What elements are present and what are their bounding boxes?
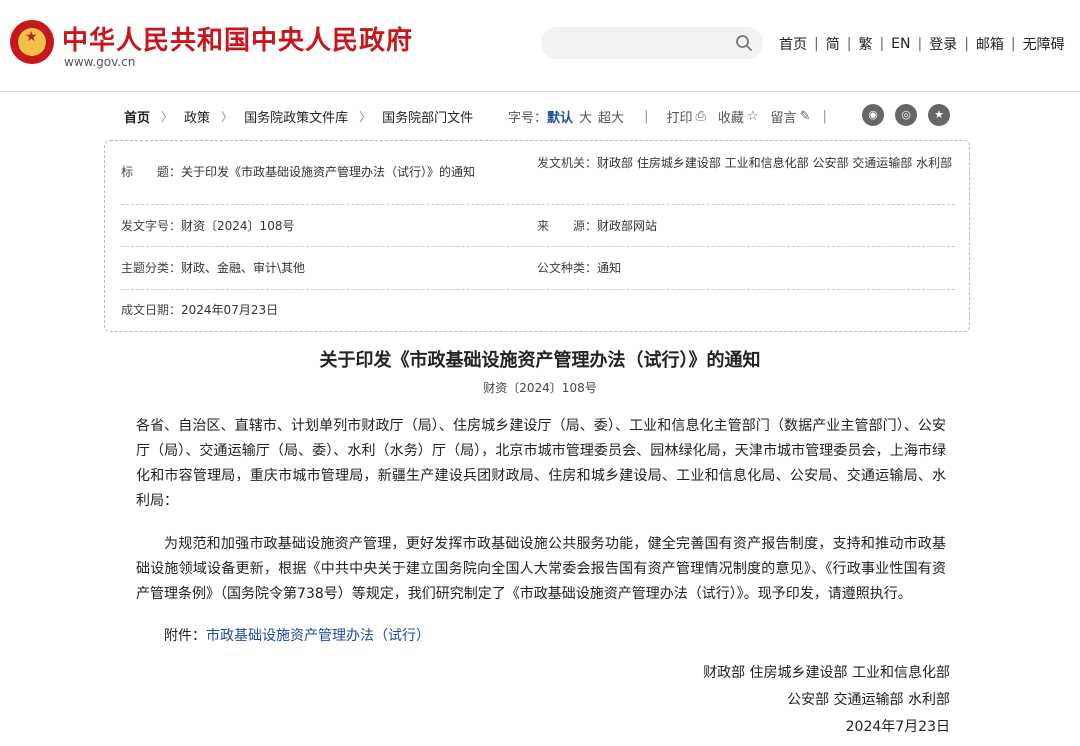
nav-login[interactable]: 登录 xyxy=(929,34,957,54)
doc-no-label: 发文字号： xyxy=(121,219,182,233)
weibo-icon[interactable]: ◉ xyxy=(862,104,884,126)
signature-date: 2024年7月23日 xyxy=(845,719,950,735)
date-value: 2024年07月23日 xyxy=(181,303,279,317)
chevron-right-icon: 〉 xyxy=(221,110,234,124)
attachment-line: 附件：市政基础设施资产管理办法（试行） xyxy=(164,625,430,645)
share-icons: ◉ ◎ ★ xyxy=(862,104,961,126)
doc-type-value: 通知 xyxy=(597,261,622,275)
info-row: 发文字号：财资〔2024〕108号 来 源：财政部网站 xyxy=(121,205,955,247)
top-nav: 首页 | 简 | 繁 | EN | 登录 | 邮箱 | 无障碍 xyxy=(779,34,1065,54)
source-label: 来 源： xyxy=(537,219,598,233)
search-icon[interactable] xyxy=(735,34,753,52)
favorite-star-icon[interactable]: ★ xyxy=(928,104,950,126)
doc-no-value: 财资〔2024〕108号 xyxy=(181,219,295,233)
print-button[interactable]: 打印 xyxy=(666,107,692,126)
nav-traditional[interactable]: 繁 xyxy=(858,34,872,54)
topic-value: 财政、金融、审计\其他 xyxy=(181,261,306,275)
chevron-right-icon: 〉 xyxy=(359,110,372,124)
info-row: 成文日期：2024年07月23日 xyxy=(121,290,955,332)
star-icon[interactable]: ☆ xyxy=(747,109,759,124)
info-row: 标 题：关于印发《市政基础设施资产管理办法（试行）》的通知 发文机关： 财政部 … xyxy=(121,141,955,205)
title-value: 关于印发《市政基础设施资产管理办法（试行）》的通知 xyxy=(181,165,476,179)
nav-home[interactable]: 首页 xyxy=(779,34,807,54)
article-title: 关于印发《市政基础设施资产管理办法（试行）》的通知 xyxy=(319,350,761,371)
chevron-right-icon: 〉 xyxy=(161,110,174,124)
doc-type-label: 公文种类： xyxy=(537,261,598,275)
site-header: ★ 中华人民共和国中央人民政府 www.gov.cn 首页 | 简 | 繁 | … xyxy=(0,0,1080,92)
printer-icon[interactable]: ⎙ xyxy=(695,109,705,124)
breadcrumb-policy[interactable]: 政策 xyxy=(184,107,210,126)
comment-button[interactable]: 留言 xyxy=(771,107,797,126)
site-title[interactable]: 中华人民共和国中央人民政府 xyxy=(62,20,413,57)
title-label: 标 题： xyxy=(121,165,182,179)
nav-english[interactable]: EN xyxy=(891,36,910,52)
breadcrumb-policy-library[interactable]: 国务院政策文件库 xyxy=(244,107,348,126)
attachment-label: 附件： xyxy=(164,628,206,644)
source-value: 财政部网站 xyxy=(597,219,658,233)
article-tools: 字号： 默认 大 超大 | 打印 ⎙ 收藏 ☆ 留言 ✎ | xyxy=(508,107,827,126)
pencil-icon[interactable]: ✎ xyxy=(800,109,811,124)
search-input[interactable] xyxy=(553,33,723,53)
signature-issuers-line2: 公安部 交通运输部 水利部 xyxy=(787,692,950,708)
nav-accessibility[interactable]: 无障碍 xyxy=(1023,34,1065,54)
breadcrumb-department-docs[interactable]: 国务院部门文件 xyxy=(382,107,473,126)
breadcrumb-home[interactable]: 首页 xyxy=(124,107,150,126)
font-size-xlarge[interactable]: 超大 xyxy=(598,107,624,126)
article-paragraph: 为规范和加强市政基础设施资产管理，更好发挥市政基础设施公共服务功能，健全完善国有… xyxy=(136,536,946,602)
signature-issuers-line1: 财政部 住房城乡建设部 工业和信息化部 xyxy=(703,665,950,681)
issuer-label: 发文机关： xyxy=(537,156,598,170)
article-doc-number: 财资〔2024〕108号 xyxy=(483,381,597,395)
font-size-label: 字号： xyxy=(508,111,548,126)
wechat-icon[interactable]: ◎ xyxy=(895,104,917,126)
document-info-box: 标 题：关于印发《市政基础设施资产管理办法（试行）》的通知 发文机关： 财政部 … xyxy=(104,140,970,332)
national-emblem-icon[interactable]: ★ xyxy=(10,20,54,64)
topic-label: 主题分类： xyxy=(121,261,182,275)
nav-mail[interactable]: 邮箱 xyxy=(976,34,1004,54)
favorite-button[interactable]: 收藏 xyxy=(718,107,744,126)
font-size-large[interactable]: 大 xyxy=(579,107,592,126)
breadcrumb-bar: 首页 〉 政策 〉 国务院政策文件库 〉 国务院部门文件 字号： 默认 大 超大… xyxy=(124,104,954,128)
search-box xyxy=(541,27,763,59)
article-paragraph: 各省、自治区、直辖市、计划单列市财政厅（局）、住房城乡建设厅（局、委）、工业和信… xyxy=(136,418,946,509)
issuer-value: 财政部 住房城乡建设部 工业和信息化部 公安部 交通运输部 水利部 xyxy=(597,156,953,170)
date-label: 成文日期： xyxy=(121,303,182,317)
info-row: 主题分类：财政、金融、审计\其他 公文种类：通知 xyxy=(121,247,955,290)
font-size-default[interactable]: 默认 xyxy=(547,107,573,126)
site-url: www.gov.cn xyxy=(64,55,136,69)
attachment-link[interactable]: 市政基础设施资产管理办法（试行） xyxy=(206,628,430,644)
nav-simplified[interactable]: 简 xyxy=(826,34,840,54)
breadcrumb: 首页 〉 政策 〉 国务院政策文件库 〉 国务院部门文件 xyxy=(124,107,473,126)
